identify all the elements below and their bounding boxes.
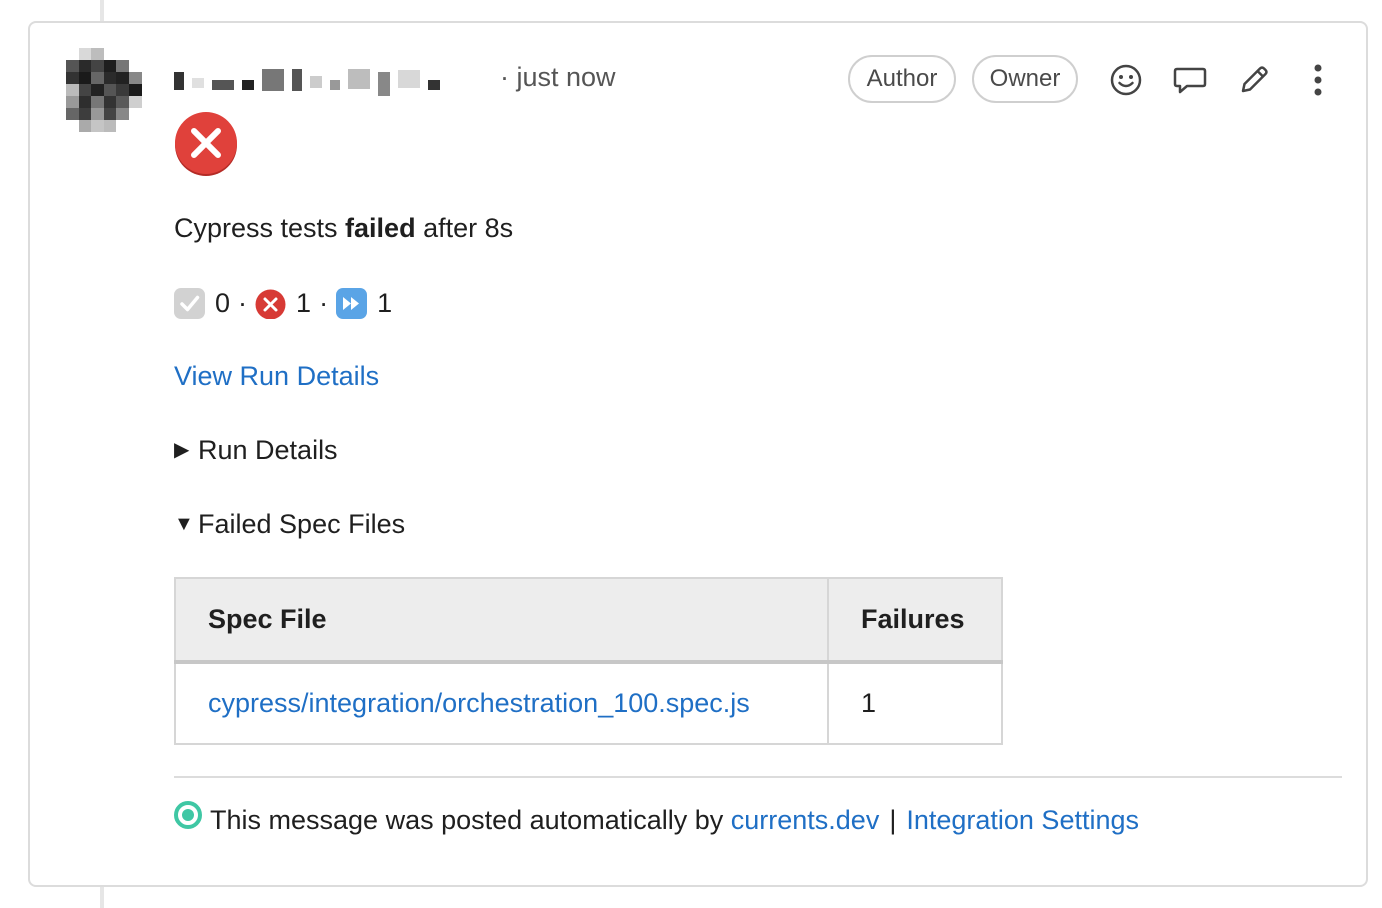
triangle-right-icon: ▶ xyxy=(174,439,190,461)
avatar[interactable] xyxy=(66,48,142,132)
skipped-fast-forward-icon xyxy=(336,287,368,319)
integration-settings-link[interactable]: Integration Settings xyxy=(906,805,1139,836)
table-row: cypress/integration/orchestration_100.sp… xyxy=(174,661,1003,745)
spec-file-link[interactable]: cypress/integration/orchestration_100.sp… xyxy=(208,688,750,718)
spec-file-cell: cypress/integration/orchestration_100.sp… xyxy=(174,661,829,745)
kebab-menu-icon xyxy=(1314,64,1322,96)
pencil-icon xyxy=(1241,66,1268,93)
skipped-count: 1 xyxy=(377,287,393,318)
edit-button[interactable] xyxy=(1232,58,1276,102)
separator: · xyxy=(319,287,329,318)
triangle-down-icon: ▼ xyxy=(174,513,194,535)
currents-logo-icon xyxy=(174,801,202,829)
run-details-toggle[interactable]: ▶ Run Details xyxy=(174,432,338,468)
footer-message: This message was posted automatically by… xyxy=(174,801,1139,838)
column-header-spec-file: Spec File xyxy=(174,577,829,664)
divider xyxy=(174,776,1342,778)
timestamp: · just now xyxy=(500,62,616,92)
passed-count: 0 xyxy=(215,287,231,318)
failed-spec-files-toggle[interactable]: ▼ Failed Spec Files xyxy=(174,506,405,542)
run-summary: Cypress tests failed after 8s xyxy=(174,210,513,246)
summary-status: failed xyxy=(345,213,416,243)
author-badge: Author xyxy=(848,55,956,103)
failed-count: 1 xyxy=(296,287,312,318)
failed-x-icon xyxy=(255,289,286,319)
footer-separator: | xyxy=(889,804,897,835)
table-header-row: Spec File Failures xyxy=(174,577,1003,664)
failures-cell: 1 xyxy=(827,661,1003,745)
footer-text: This message was posted automatically by xyxy=(210,804,731,835)
column-header-failures: Failures xyxy=(827,577,1003,664)
author-name-redacted[interactable] xyxy=(174,60,448,96)
failed-specs-table: Spec File Failures cypress/integration/o… xyxy=(174,577,1003,745)
test-counts: 0 · 1 · 1 xyxy=(174,285,392,321)
failed-spec-files-label: Failed Spec Files xyxy=(198,509,406,539)
passed-check-icon xyxy=(174,287,205,319)
currents-dev-link[interactable]: currents.dev xyxy=(731,805,880,836)
failed-x-icon xyxy=(175,112,237,176)
summary-suffix: after 8s xyxy=(415,213,514,243)
run-details-label: Run Details xyxy=(198,435,338,465)
more-actions-button[interactable] xyxy=(1296,58,1340,102)
owner-badge: Owner xyxy=(972,55,1078,103)
add-reaction-button[interactable] xyxy=(1104,58,1148,102)
smiley-icon xyxy=(1110,64,1142,96)
reply-button[interactable] xyxy=(1168,58,1212,102)
separator: · xyxy=(238,287,248,318)
summary-prefix: Cypress tests xyxy=(174,213,346,243)
view-run-details-link[interactable]: View Run Details xyxy=(174,358,379,394)
comment-icon xyxy=(1173,67,1207,94)
